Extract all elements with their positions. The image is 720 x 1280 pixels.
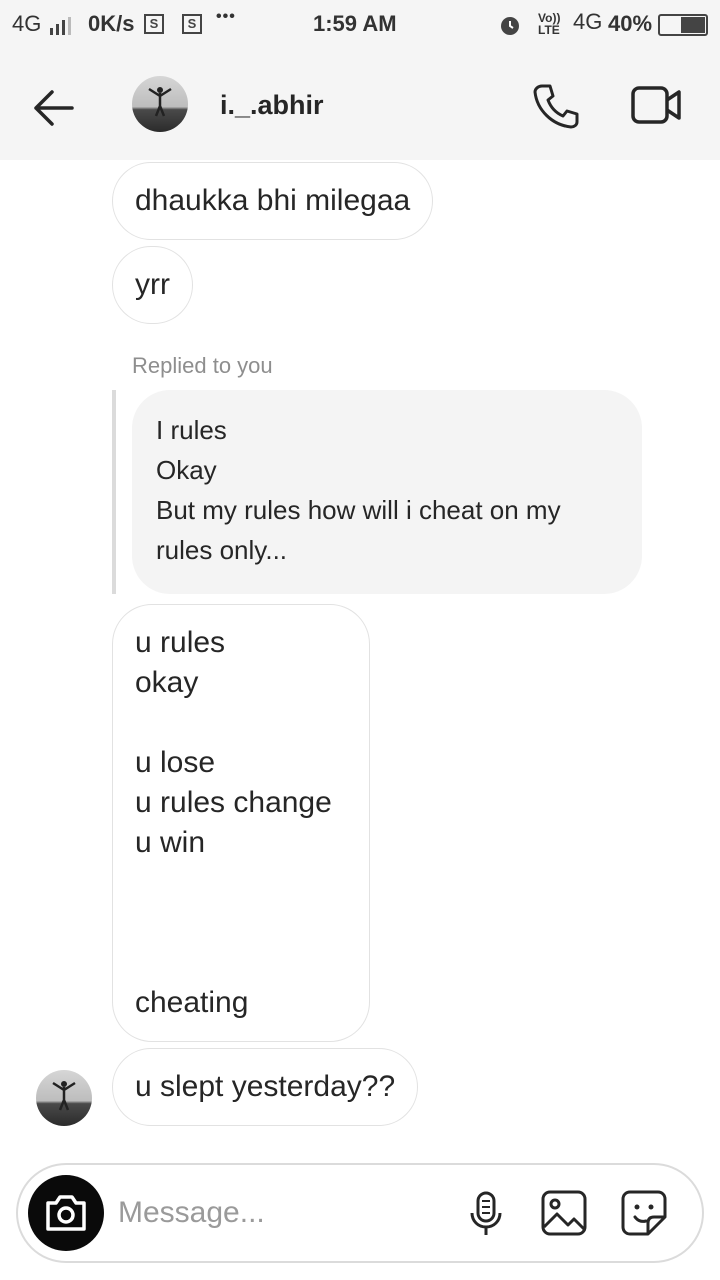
message-bubble[interactable]: u rules okay u lose u rules change u win…	[112, 604, 370, 1042]
video-camera-icon	[631, 86, 681, 124]
video-call-button[interactable]	[630, 80, 682, 132]
signal-icon	[50, 17, 71, 35]
battery-icon	[658, 14, 708, 36]
replied-to-label: Replied to you	[132, 353, 273, 378]
network-type-right: 4G	[573, 9, 603, 34]
gallery-icon	[541, 1190, 587, 1236]
back-arrow-icon	[34, 90, 74, 126]
network-speed: 0K/s	[88, 11, 135, 36]
notification-box-icon: S	[144, 14, 164, 34]
message-bubble[interactable]: dhaukka bhi milegaa	[112, 162, 434, 240]
person-silhouette-icon	[148, 87, 172, 117]
status-bar: 4G 0K/s S S ••• 1:59 AM Vo)) LTE 4G 40%	[0, 0, 720, 50]
volte-icon: Vo)) LTE	[538, 11, 561, 37]
notification-box-icon: S	[182, 14, 202, 34]
message-bubble[interactable]: yrr	[112, 246, 193, 324]
gallery-button[interactable]	[540, 1189, 588, 1237]
message-composer	[16, 1163, 704, 1263]
sticker-icon	[621, 1190, 667, 1236]
reply-indicator-bar	[112, 390, 116, 594]
sticker-button[interactable]	[620, 1189, 668, 1237]
battery-percent: 40%	[608, 11, 653, 36]
username[interactable]: i._.abhir	[220, 90, 324, 121]
message-thread[interactable]: dhaukka bhi milegaa yrr Replied to you I…	[0, 160, 720, 1155]
voice-message-button[interactable]	[462, 1189, 510, 1237]
camera-icon	[46, 1195, 86, 1231]
clock: 1:59 AM	[313, 11, 397, 36]
network-type: 4G	[12, 11, 42, 36]
chat-header: i._.abhir	[0, 50, 720, 160]
person-silhouette-icon	[52, 1081, 76, 1111]
microphone-icon	[470, 1191, 502, 1235]
phone-icon	[533, 84, 579, 129]
more-notifications-icon: •••	[216, 8, 236, 25]
camera-button[interactable]	[28, 1175, 104, 1251]
quoted-message[interactable]: I rules Okay But my rules how will i che…	[132, 390, 642, 594]
sender-avatar[interactable]	[36, 1070, 92, 1126]
back-button[interactable]	[28, 80, 84, 136]
voice-call-button[interactable]	[530, 80, 582, 132]
message-input[interactable]	[118, 1187, 448, 1239]
alarm-icon	[501, 17, 519, 35]
message-bubble[interactable]: u slept yesterday??	[112, 1048, 419, 1126]
avatar[interactable]	[132, 76, 188, 132]
